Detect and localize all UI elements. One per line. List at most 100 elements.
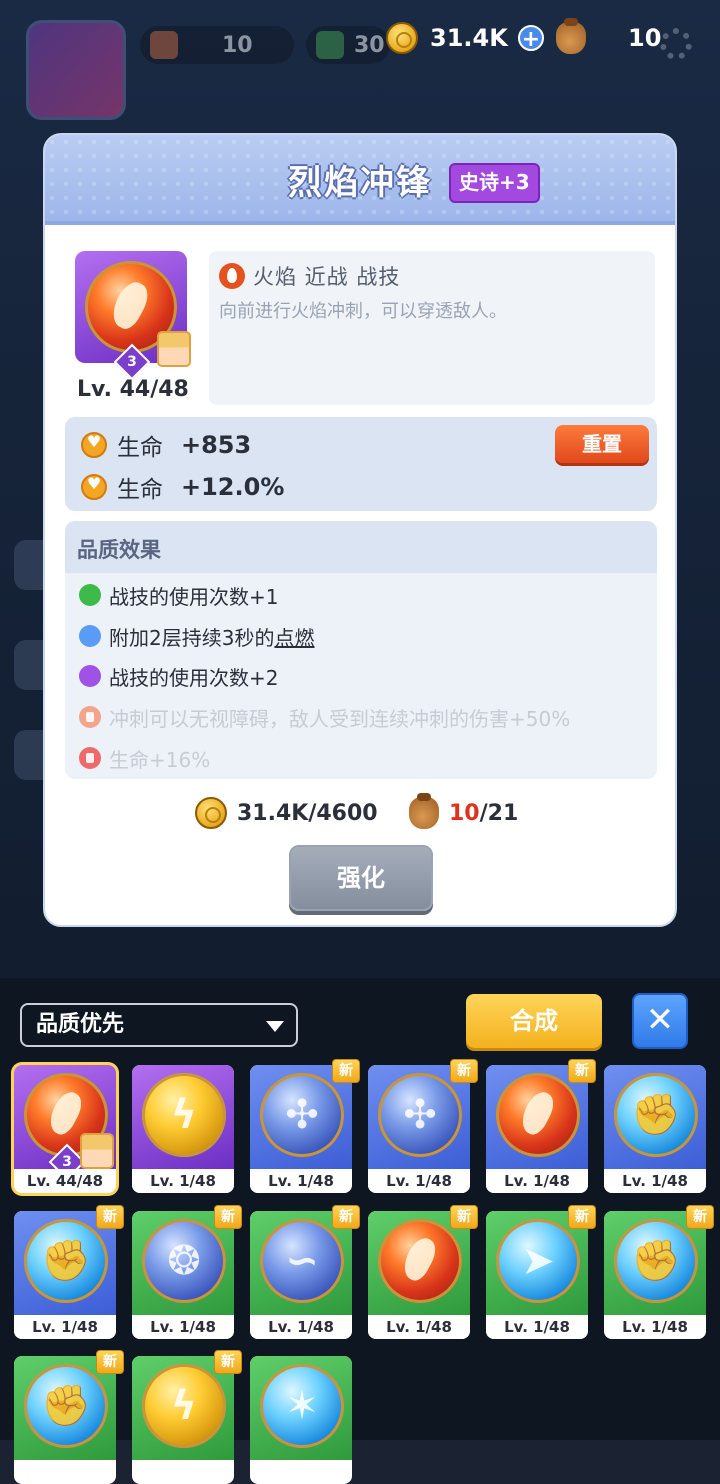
- quality-header: 品质效果: [65, 521, 657, 573]
- skill-tile-level: Lv. 44/48: [14, 1169, 116, 1193]
- ice-orb-icon: ➤: [496, 1219, 580, 1303]
- coin-cost: 31.4K/4600: [195, 793, 378, 833]
- stat-row: 生命 +12.0%: [81, 469, 284, 505]
- description-box: 火焰 近战 战技 向前进行火焰冲刺，可以穿透敌人。: [209, 251, 655, 405]
- skill-tile-level: Lv. 1/48: [604, 1169, 706, 1193]
- gear-icon[interactable]: [660, 28, 692, 60]
- skill-tile-level: Lv. 1/48: [250, 1315, 352, 1339]
- heart-icon: [81, 474, 107, 500]
- wind-orb-icon: ∽: [260, 1219, 344, 1303]
- skill-detail-card: 烈焰冲锋 史诗+3 3 Lv. 44/48 火焰 近战 战技 向前进行火焰冲刺，…: [43, 133, 677, 927]
- skill-tile[interactable]: ϟ Lv. 1/48: [132, 1065, 234, 1193]
- ignite-keyword-link[interactable]: 点燃: [274, 622, 314, 651]
- hero-portrait-icon: [80, 1133, 114, 1169]
- skill-tile[interactable]: ❂ Lv. 1/48: [132, 1211, 234, 1339]
- skill-tile[interactable]: ➤ Lv. 1/48: [486, 1211, 588, 1339]
- gem-count: 30: [354, 32, 385, 58]
- new-badge: 新: [450, 1205, 478, 1229]
- skill-level: Lv. 44/48: [77, 377, 189, 402]
- skill-tile[interactable]: ✣ Lv. 1/48: [368, 1065, 470, 1193]
- bag-cost-need: /21: [479, 800, 519, 826]
- combine-button[interactable]: 合成: [466, 994, 602, 1048]
- skill-tile-level: Lv. 1/48: [486, 1169, 588, 1193]
- quality-effect-row: 战技的使用次数+2: [79, 661, 278, 691]
- top-bar: 10 30 31.4K + 10: [0, 0, 720, 120]
- fire-orb-icon: [378, 1219, 462, 1303]
- player-avatar[interactable]: [26, 20, 126, 120]
- skill-tile[interactable]: ✊: [14, 1356, 116, 1484]
- hero-portrait-icon: [157, 331, 191, 367]
- close-button[interactable]: ✕: [632, 993, 688, 1049]
- skill-tile[interactable]: ∽ Lv. 1/48: [250, 1211, 352, 1339]
- skill-tile-level: Lv. 1/48: [368, 1169, 470, 1193]
- stat-name: 生命: [117, 435, 163, 461]
- lock-icon: [79, 706, 101, 728]
- skill-tile[interactable]: ✊ Lv. 1/48: [14, 1211, 116, 1339]
- new-badge: 新: [96, 1205, 124, 1229]
- skill-tile[interactable]: ✊ Lv. 1/48: [604, 1065, 706, 1193]
- purple-dot-icon: [79, 665, 101, 687]
- orb-glyph-icon: ✊: [631, 1238, 681, 1284]
- money-bag-icon: [409, 793, 439, 829]
- bag-display: 10: [556, 18, 661, 58]
- add-coins-icon[interactable]: +: [517, 25, 544, 52]
- coin-display: 31.4K +: [386, 18, 544, 58]
- quality-effect-text: 冲刺可以无视障碍，敌人受到连续冲刺的伤害+50%: [109, 706, 571, 731]
- wind-orb-icon: ✣: [378, 1073, 462, 1157]
- quality-effect-text: 战技的使用次数+2: [109, 665, 279, 690]
- green-dot-icon: [79, 584, 101, 606]
- skill-icon: 3: [75, 251, 191, 381]
- lock-icon: [79, 747, 101, 769]
- ice-orb-icon: ✊: [24, 1219, 108, 1303]
- strengthen-button[interactable]: 强化: [289, 845, 433, 911]
- bag-cost-have: 10: [449, 800, 480, 826]
- orb-glyph-icon: ❂: [167, 1238, 201, 1284]
- bag-amount: 10: [628, 24, 662, 52]
- new-badge: 新: [568, 1059, 596, 1083]
- skill-tile[interactable]: ✶: [250, 1356, 352, 1484]
- quality-effects-box: 品质效果 战技的使用次数+1 附加2层持续3秒的 点燃 战技的使用次数+2 冲刺可…: [65, 521, 657, 779]
- new-badge: 新: [96, 1350, 124, 1374]
- sort-dropdown[interactable]: 品质优先: [20, 1003, 298, 1047]
- quality-effect-row: 附加2层持续3秒的 点燃: [79, 621, 314, 651]
- stat-row: 生命 +853: [81, 427, 251, 463]
- orb-glyph-icon: ✊: [631, 1092, 681, 1138]
- new-badge: 新: [686, 1205, 714, 1229]
- quality-effect-text: 战技的使用次数+1: [109, 584, 279, 609]
- skill-tile[interactable]: Lv. 1/48: [368, 1211, 470, 1339]
- quality-effect-row-locked: 冲刺可以无视障碍，敌人受到连续冲刺的伤害+50%: [79, 702, 570, 732]
- resource-pill-gem: 30: [306, 26, 390, 64]
- coin-cost-have: 31.4K: [237, 800, 309, 826]
- rarity-badge: 史诗+3: [449, 163, 540, 203]
- cake-count: 10: [222, 32, 253, 58]
- quality-effect-text: 附加2层持续3秒的: [109, 625, 275, 650]
- resource-pill-cake: 10: [140, 26, 294, 64]
- blue-dot-icon: [79, 625, 101, 647]
- coin-amount: 31.4K: [430, 24, 508, 52]
- skill-tile[interactable]: 3 Lv. 44/48: [14, 1065, 116, 1193]
- quality-effect-row: 战技的使用次数+1: [79, 580, 278, 610]
- coin-icon: [195, 797, 227, 829]
- new-badge: 新: [214, 1350, 242, 1374]
- stat-value: +12.0%: [181, 473, 285, 501]
- skill-tile[interactable]: ϟ: [132, 1356, 234, 1484]
- ice-orb-icon: ✊: [614, 1073, 698, 1157]
- skill-tile-level: Lv. 1/48: [604, 1315, 706, 1339]
- orb-glyph-icon: ✊: [41, 1238, 91, 1284]
- gem-icon: [316, 31, 344, 59]
- skill-description: 向前进行火焰冲刺，可以穿透敌人。: [219, 301, 507, 322]
- money-bag-icon: [556, 18, 586, 54]
- skill-tile[interactable]: ✣ Lv. 1/48: [250, 1065, 352, 1193]
- skill-tile[interactable]: Lv. 1/48: [486, 1065, 588, 1193]
- skill-title: 烈焰冲锋: [288, 163, 432, 203]
- gold-orb-icon: ϟ: [142, 1364, 226, 1448]
- orb-glyph-icon: ✊: [41, 1383, 91, 1429]
- quality-effect-row-locked: 生命+16%: [79, 743, 210, 773]
- skill-tile-level: Lv. 1/48: [368, 1315, 470, 1339]
- fire-orb-icon: [496, 1073, 580, 1157]
- skill-tile[interactable]: ✊ Lv. 1/48: [604, 1211, 706, 1339]
- new-badge: 新: [568, 1205, 596, 1229]
- new-badge: 新: [450, 1059, 478, 1083]
- reset-button[interactable]: 重置: [555, 425, 649, 463]
- chevron-down-icon: [266, 1021, 284, 1032]
